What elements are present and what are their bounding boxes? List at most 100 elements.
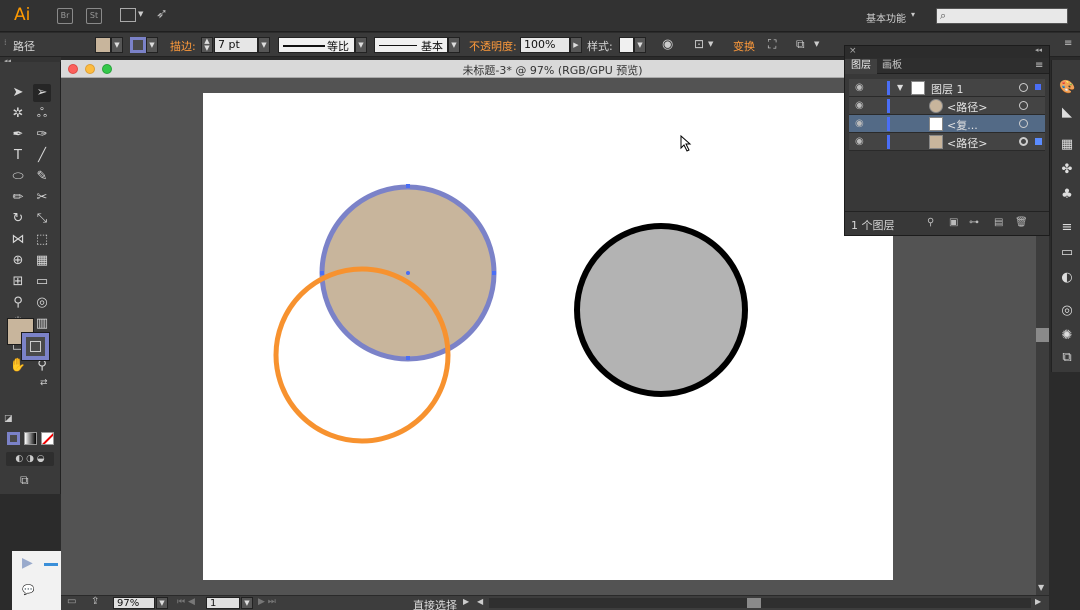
type-tool-icon[interactable]: T <box>9 147 27 165</box>
comment-icon[interactable]: 💬 <box>22 585 34 596</box>
chevron-down-icon[interactable]: ▼ <box>708 40 713 48</box>
arrange-icon[interactable]: ⧉ <box>796 37 805 52</box>
color-palette-icon[interactable]: 🎨 <box>1059 80 1075 96</box>
last-artboard-icon[interactable]: ▶ ⏭ <box>258 597 276 607</box>
chevron-left-icon[interactable]: ◀ <box>477 597 483 606</box>
lasso-tool-icon[interactable]: ஃ <box>33 105 51 123</box>
eye-icon[interactable]: ◉ <box>855 100 864 111</box>
share-icon[interactable]: ⇪ <box>91 596 99 607</box>
bridge-button[interactable]: Br <box>57 8 73 24</box>
chevron-down-icon[interactable]: ▼ <box>897 83 903 92</box>
direct-selection-tool-icon[interactable]: ➢ <box>33 84 51 102</box>
chevron-down-icon[interactable]: ▼ <box>448 37 460 53</box>
chevron-down-icon[interactable]: ▾ <box>911 10 915 19</box>
rotate-tool-icon[interactable]: ↻ <box>9 210 27 228</box>
status-mode[interactable]: 直接选择 <box>413 597 457 610</box>
gpu-performance-icon[interactable]: ➶ <box>156 6 168 22</box>
chevron-right-icon[interactable]: ▶ <box>463 597 469 606</box>
opacity-input[interactable]: 100% <box>520 37 570 53</box>
column-graph-tool-icon[interactable]: ▥ <box>33 315 51 333</box>
brush-definition[interactable]: 基本 <box>374 37 448 53</box>
stroke-color-swatch[interactable] <box>130 37 146 53</box>
stroke-panel-icon[interactable]: ≡ <box>1059 220 1075 236</box>
first-artboard-icon[interactable]: ⏮ ◀ <box>177 597 195 607</box>
workspace-switcher[interactable]: 基本功能 <box>866 10 906 25</box>
panel-menu-icon[interactable]: ≡ <box>1035 60 1043 71</box>
eyedropper-tool-icon[interactable]: ⚲ <box>9 294 27 312</box>
gradient-mode-icon[interactable] <box>24 432 37 445</box>
panel-header[interactable]: × ◂◂ <box>845 46 1049 58</box>
line-tool-icon[interactable]: ╱ <box>33 147 51 165</box>
graphic-style-swatch[interactable] <box>619 37 634 53</box>
make-clipping-mask-icon[interactable]: ▣ <box>949 217 958 228</box>
chevron-down-icon[interactable]: ▼ <box>241 597 253 609</box>
chevron-down-icon[interactable]: ▼ <box>156 597 168 609</box>
paintbrush-tool-icon[interactable]: ✎ <box>33 168 51 186</box>
eye-icon[interactable]: ◉ <box>855 136 864 147</box>
horizontal-scrollbar[interactable] <box>489 598 1031 608</box>
chevron-down-icon[interactable]: ▼ <box>138 10 143 18</box>
magic-wand-tool-icon[interactable]: ✲ <box>9 105 27 123</box>
gradient-panel-icon[interactable]: ▭ <box>1059 245 1075 261</box>
layer-name[interactable]: <路径> <box>947 135 987 151</box>
play-icon[interactable]: ▶ <box>22 555 33 571</box>
layer-row[interactable]: ◉ ▼ 图层 1 <box>849 79 1045 97</box>
free-transform-tool-icon[interactable]: ⬚ <box>33 231 51 249</box>
drawing-modes-icon[interactable]: ◐ ◑ ◒ <box>6 452 54 466</box>
target-icon[interactable] <box>1019 119 1028 128</box>
scroll-thumb[interactable] <box>747 598 761 608</box>
color-mode-icon[interactable] <box>7 432 20 445</box>
stroke-weight-stepper[interactable]: ▲ ▼ <box>201 37 213 53</box>
layer-name[interactable]: 图层 1 <box>931 81 964 97</box>
locate-object-icon[interactable]: ⚲ <box>927 217 934 228</box>
selection-indicator[interactable] <box>1035 138 1042 145</box>
stroke-label[interactable]: 描边: <box>170 38 196 54</box>
artboard-number-input[interactable]: 1 <box>206 597 240 609</box>
isolate-icon[interactable]: ⛶ <box>768 37 776 52</box>
layer-name[interactable]: <复... <box>947 117 978 133</box>
opacity-label[interactable]: 不透明度: <box>469 38 517 54</box>
chevron-right-icon[interactable]: ▶ <box>570 37 582 53</box>
panel-menu-icon[interactable]: ≡ <box>1064 38 1072 49</box>
appearance-icon[interactable]: ◎ <box>1059 303 1075 319</box>
shape-builder-tool-icon[interactable]: ⊕ <box>9 252 27 270</box>
align-icon[interactable]: ⊡ <box>694 37 704 51</box>
layer-row[interactable]: ◉ <路径> <box>849 133 1045 151</box>
chevron-right-icon[interactable]: ▶ <box>1035 597 1041 606</box>
layer-row[interactable]: ◉ <复... <box>849 115 1045 133</box>
curvature-tool-icon[interactable]: ✑ <box>33 126 51 144</box>
recolor-artwork-icon[interactable]: ◉ <box>662 37 673 52</box>
swap-fill-stroke-icon[interactable]: ⇄ <box>40 378 48 388</box>
search-input[interactable] <box>936 8 1068 24</box>
collapse-icon[interactable]: ◂◂ <box>1035 46 1042 54</box>
artwork[interactable] <box>203 93 893 580</box>
new-layer-icon[interactable]: ▤ <box>994 217 1003 228</box>
screen-mode-icon[interactable]: ⧉ <box>20 473 29 488</box>
stroke-weight-input[interactable]: 7 pt <box>214 37 258 53</box>
anchor-point[interactable] <box>320 271 324 275</box>
none-mode-icon[interactable] <box>41 432 54 445</box>
transform-link[interactable]: 变换 <box>733 38 755 54</box>
anchor-point[interactable] <box>406 356 410 360</box>
symbols-icon[interactable]: ♣ <box>1059 187 1075 203</box>
selection-tool-icon[interactable]: ➤ <box>9 84 27 102</box>
gradient-tool-icon[interactable]: ▭ <box>33 273 51 291</box>
new-sublayer-icon[interactable]: ⊶ <box>969 217 979 228</box>
perspective-grid-tool-icon[interactable]: ▦ <box>33 252 51 270</box>
zoom-input[interactable]: 97% <box>113 597 155 609</box>
color-guide-icon[interactable]: ◣ <box>1059 105 1075 121</box>
scroll-thumb[interactable] <box>1036 328 1049 342</box>
ellipse-tool-icon[interactable]: ⬭ <box>9 168 27 186</box>
pencil-tool-icon[interactable]: ✏ <box>9 189 27 207</box>
chevron-down-icon[interactable]: ▼ <box>146 37 158 53</box>
width-tool-icon[interactable]: ⋈ <box>9 231 27 249</box>
chevron-down-icon[interactable]: ▼ <box>1038 583 1044 592</box>
variable-width-profile[interactable]: 等比 <box>278 37 355 53</box>
target-icon[interactable] <box>1019 101 1028 110</box>
layer-row[interactable]: ◉ <路径> <box>849 97 1045 115</box>
scale-tool-icon[interactable]: ⤡ <box>33 210 51 228</box>
default-colors-icon[interactable]: ◪ <box>4 414 13 424</box>
selection-indicator[interactable] <box>1035 84 1041 90</box>
progress-bar[interactable] <box>44 563 58 566</box>
fill-color-swatch[interactable] <box>95 37 111 53</box>
